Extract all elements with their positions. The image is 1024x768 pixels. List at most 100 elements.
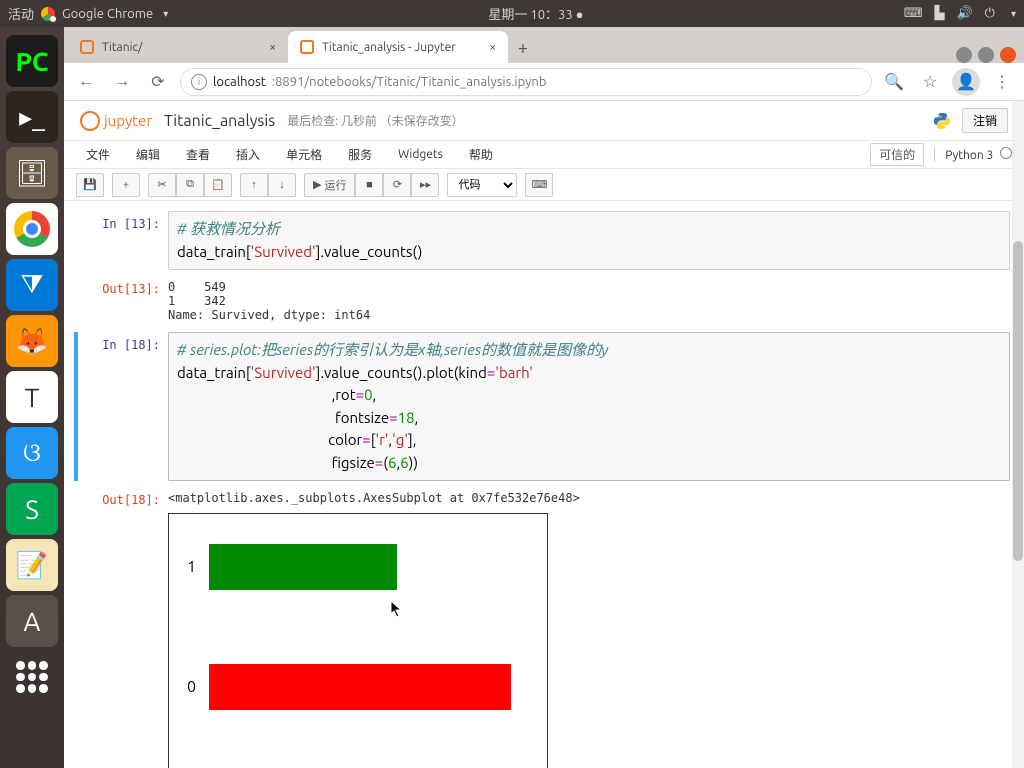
menu-cell[interactable]: 单元格 xyxy=(276,142,332,167)
jupyter-page: jupyter Titanic_analysis 最后检查: 几秒前 （未保存改… xyxy=(64,101,1024,768)
code-editor[interactable]: # 获救情况分析 data_train['Survived'].value_co… xyxy=(168,211,1010,270)
launcher-vscode[interactable]: ⧩ xyxy=(6,259,58,311)
in-prompt: In [13]: xyxy=(78,211,168,270)
close-window-button[interactable] xyxy=(1000,47,1016,63)
current-app-label[interactable]: Google Chrome xyxy=(62,7,153,21)
launcher-texteditor[interactable]: T xyxy=(6,371,58,423)
command-palette-button[interactable]: ⌨ xyxy=(525,173,553,197)
barh-chart: 01100200300400500 xyxy=(168,513,548,768)
interrupt-button[interactable]: ■ xyxy=(355,173,383,197)
maximize-button[interactable] xyxy=(978,47,994,63)
launcher-terminal[interactable]: ▸_ xyxy=(6,91,58,143)
tab-titanic-folder[interactable]: Titanic/ × xyxy=(68,31,288,63)
bookmark-icon[interactable]: ☆ xyxy=(916,68,944,96)
settings-icon[interactable]: ▾ xyxy=(1011,8,1016,20)
logout-button[interactable]: 注销 xyxy=(962,108,1008,133)
url-host: localhost xyxy=(213,75,266,89)
menu-file[interactable]: 文件 xyxy=(76,142,120,167)
bar-0 xyxy=(209,664,511,710)
menu-help[interactable]: 帮助 xyxy=(459,142,503,167)
menu-insert[interactable]: 插入 xyxy=(226,142,270,167)
chrome-window: Titanic/ × Titanic_analysis - Jupyter × … xyxy=(64,27,1024,768)
jupyter-toolbar: 💾 + ✂ ⧉ 📋 ↑ ↓ ▶ 运行 ■ ⟳ ▸▸ 代码 ⌨ xyxy=(64,169,1024,201)
python-icon xyxy=(932,111,952,131)
in-prompt: In [18]: xyxy=(78,332,168,481)
network-icon[interactable]: ▙ xyxy=(934,6,944,21)
cut-button[interactable]: ✂ xyxy=(148,173,176,197)
launcher: PC ▸_ 🗄 ⧩ 🦊 T ଓ S 📝 A xyxy=(0,27,64,768)
out-prompt: Out[18]: xyxy=(78,487,168,768)
output-text: 0 549 1 342 Name: Survived, dtype: int64 xyxy=(168,276,1010,326)
output-cell-18: Out[18]: <matplotlib.axes._subplots.Axes… xyxy=(78,487,1010,768)
code-editor[interactable]: # series.plot:把series的行索引认为是x轴,series的数值… xyxy=(168,332,1010,481)
code-cell-18[interactable]: In [18]: # series.plot:把series的行索引认为是x轴,… xyxy=(74,332,1010,481)
bar-1 xyxy=(209,544,397,590)
forward-button[interactable]: → xyxy=(108,68,136,96)
restart-button[interactable]: ⟳ xyxy=(383,173,411,197)
volume-icon[interactable]: 🔊 xyxy=(956,6,972,21)
menu-widgets[interactable]: Widgets xyxy=(388,144,453,165)
new-tab-button[interactable]: + xyxy=(508,33,538,63)
launcher-pycharm[interactable]: PC xyxy=(6,35,58,87)
launcher-chrome[interactable] xyxy=(6,203,58,255)
run-button[interactable]: ▶ 运行 xyxy=(304,173,355,197)
tab-label: Titanic/ xyxy=(102,41,142,54)
back-button[interactable]: ← xyxy=(72,68,100,96)
jupyter-icon xyxy=(300,40,314,54)
ytick-label: 1 xyxy=(187,558,196,576)
checkpoint-label: 最后检查: 几秒前 （未保存改变） xyxy=(287,112,463,129)
tab-titanic-analysis[interactable]: Titanic_analysis - Jupyter × xyxy=(288,31,508,63)
add-cell-button[interactable]: + xyxy=(112,173,140,197)
move-up-button[interactable]: ↑ xyxy=(240,173,268,197)
ytick-label: 0 xyxy=(187,678,196,696)
launcher-notes[interactable]: 📝 xyxy=(6,539,58,591)
code-cell-13[interactable]: In [13]: # 获救情况分析 data_train['Survived']… xyxy=(78,211,1010,270)
menu-kernel[interactable]: 服务 xyxy=(338,142,382,167)
notebook-container: In [13]: # 获救情况分析 data_train['Survived']… xyxy=(64,201,1024,768)
scrollbar-thumb[interactable] xyxy=(1013,241,1023,561)
menu-icon[interactable]: ⋮ xyxy=(988,68,1016,96)
menu-edit[interactable]: 编辑 xyxy=(126,142,170,167)
os-menubar: 活动 Google Chrome ▾ 星期一 10：33 ● ⌨ ▙ 🔊 ⏻ ▾ xyxy=(0,0,1024,27)
close-icon[interactable]: × xyxy=(489,41,496,54)
launcher-apps[interactable] xyxy=(6,651,58,703)
jupyter-header: jupyter Titanic_analysis 最后检查: 几秒前 （未保存改… xyxy=(64,101,1024,141)
site-info-icon[interactable]: i xyxy=(191,74,207,90)
scrollbar[interactable] xyxy=(1012,101,1024,768)
launcher-update[interactable]: A xyxy=(6,595,58,647)
kernel-name[interactable]: Python 3 xyxy=(934,147,1012,162)
jupyter-logo[interactable]: jupyter xyxy=(80,111,152,131)
launcher-files[interactable]: 🗄 xyxy=(6,147,58,199)
output-cell-13: Out[13]: 0 549 1 342 Name: Survived, dty… xyxy=(78,276,1010,326)
search-icon[interactable]: 🔍 xyxy=(880,68,908,96)
reload-button[interactable]: ⟳ xyxy=(144,68,172,96)
kernel-status-icon xyxy=(1000,147,1012,159)
profile-icon[interactable]: 👤 xyxy=(952,68,980,96)
url-input[interactable]: i localhost:8891/notebooks/Titanic/Titan… xyxy=(180,68,872,96)
activities-label[interactable]: 活动 xyxy=(8,4,34,23)
power-icon[interactable]: ⏻ xyxy=(985,6,995,21)
clock-label[interactable]: 星期一 10：33 xyxy=(488,8,572,22)
jupyter-icon xyxy=(80,40,94,54)
trusted-badge[interactable]: 可信的 xyxy=(870,143,924,166)
paste-button[interactable]: 📋 xyxy=(204,173,232,197)
lang-icon[interactable]: ⌨ xyxy=(904,6,923,21)
address-bar: ← → ⟳ i localhost:8891/notebooks/Titanic… xyxy=(64,63,1024,101)
tab-label: Titanic_analysis - Jupyter xyxy=(322,41,456,54)
notebook-title[interactable]: Titanic_analysis xyxy=(164,112,275,130)
close-icon[interactable]: × xyxy=(269,41,276,54)
move-down-button[interactable]: ↓ xyxy=(268,173,296,197)
launcher-wps[interactable]: S xyxy=(6,483,58,535)
save-button[interactable]: 💾 xyxy=(76,173,104,197)
menu-view[interactable]: 查看 xyxy=(176,142,220,167)
out-prompt: Out[13]: xyxy=(78,276,168,326)
launcher-firefox[interactable]: 🦊 xyxy=(6,315,58,367)
minimize-button[interactable] xyxy=(956,47,972,63)
chrome-icon-small xyxy=(40,6,56,22)
output-repr: <matplotlib.axes._subplots.AxesSubplot a… xyxy=(168,487,1010,509)
cell-type-select[interactable]: 代码 xyxy=(447,173,517,197)
restart-run-button[interactable]: ▸▸ xyxy=(411,173,439,197)
copy-button[interactable]: ⧉ xyxy=(176,173,204,197)
launcher-utility[interactable]: ଓ xyxy=(6,427,58,479)
tab-strip: Titanic/ × Titanic_analysis - Jupyter × … xyxy=(64,27,1024,63)
